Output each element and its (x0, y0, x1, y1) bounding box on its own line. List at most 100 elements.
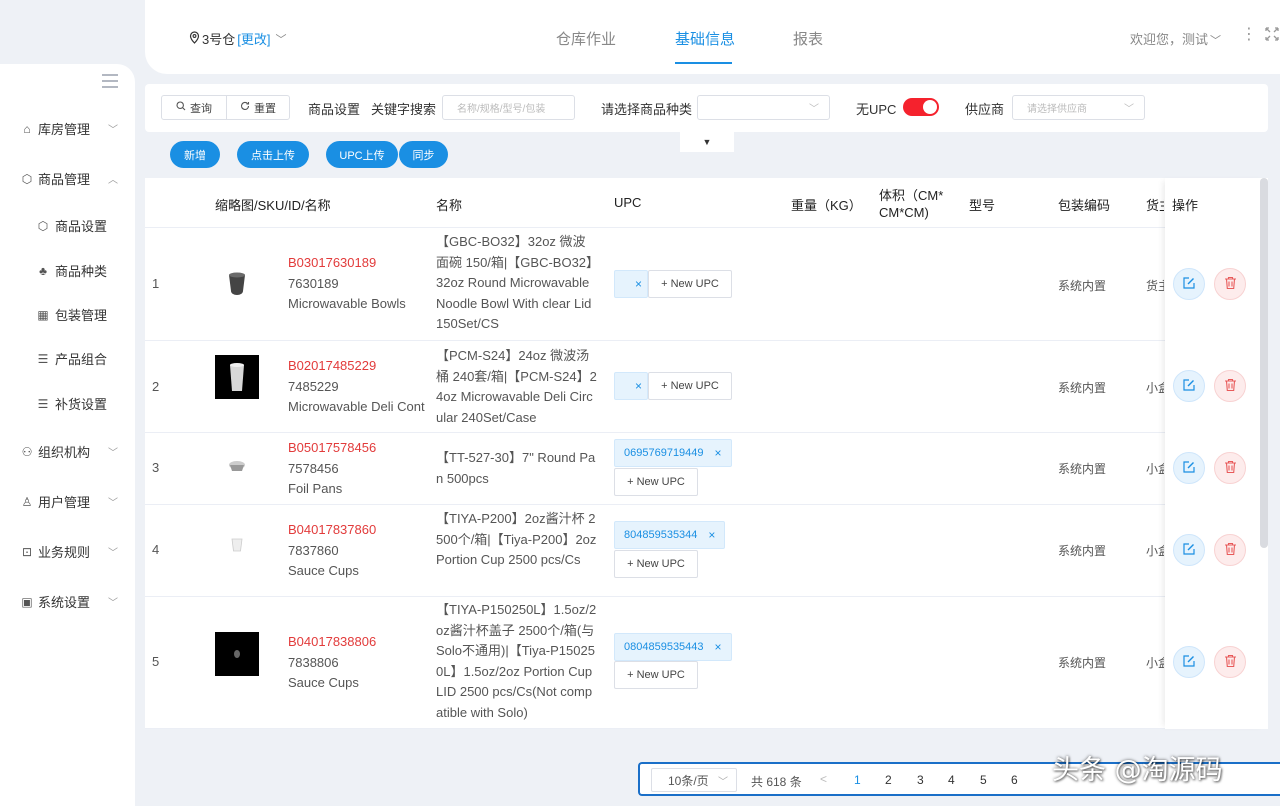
product-thumbnail[interactable] (215, 529, 259, 573)
page-5[interactable]: 5 (980, 773, 987, 787)
upload-button[interactable]: 点击上传 (237, 141, 309, 168)
page-6[interactable]: 6 (1011, 773, 1018, 787)
product-thumbnail[interactable] (215, 355, 259, 399)
delete-button[interactable] (1214, 534, 1246, 566)
new-upc-button[interactable]: + New UPC (614, 550, 698, 578)
menu-collapse-icon[interactable] (102, 74, 118, 92)
new-upc-button[interactable]: + New UPC (614, 661, 698, 689)
filter-bar: 查询 重置 商品设置 关键字搜索 名称/规格/型号/包装 请选择商品种类 ﹀ 无… (145, 84, 1268, 132)
product-name: 【TIYA-P150250L】1.5oz/2oz酱汁杯盖子 2500个/箱(与S… (436, 602, 597, 720)
close-icon[interactable]: × (708, 528, 715, 542)
page-1[interactable]: 1 (854, 773, 861, 787)
home-icon: ⌂ (23, 121, 31, 136)
product-thumbnail[interactable] (215, 262, 259, 306)
tab-basic-info[interactable]: 基础信息 (675, 28, 735, 49)
cube-icon: ⬡ (21, 171, 33, 186)
new-upc-button[interactable]: + New UPC (648, 270, 732, 298)
trash-icon (1224, 654, 1237, 671)
sidebar-subitem-label: 商品种类 (55, 264, 108, 279)
new-upc-button[interactable]: + New UPC (614, 468, 698, 496)
page-4[interactable]: 4 (948, 773, 955, 787)
keyword-input[interactable]: 名称/规格/型号/包装 (442, 95, 575, 120)
close-icon[interactable]: × (715, 640, 722, 654)
edit-button[interactable] (1173, 534, 1205, 566)
upc-tag: × (614, 270, 648, 298)
product-en-name: Foil Pans (288, 481, 343, 496)
close-icon[interactable]: × (635, 277, 642, 291)
new-upc-button[interactable]: + New UPC (648, 372, 732, 400)
prev-page-icon[interactable]: < (820, 772, 827, 786)
product-settings-label: 商品设置 (308, 102, 361, 117)
supplier-select[interactable]: 请选择供应商 ﹀ (1012, 95, 1145, 120)
sku-code[interactable]: B02017485229 (288, 356, 426, 377)
sync-button[interactable]: 同步 (399, 141, 448, 168)
edit-button[interactable] (1173, 268, 1205, 300)
shelf-value: 小盒 (1146, 544, 1164, 558)
edit-icon (1182, 378, 1196, 395)
th-weight: 重量（KG） (791, 198, 862, 213)
user-menu[interactable]: 欢迎您，测试 ﹀ (1130, 29, 1221, 48)
warehouse-selector[interactable]: 3号仓 [更改] ﹀ (189, 29, 286, 48)
no-upc-label: 无UPC (856, 102, 897, 117)
welcome-text: 欢迎您，测试 (1130, 32, 1209, 47)
shelf-value: 货主 (1146, 279, 1164, 293)
upc-tag: 804859535344 × (614, 521, 726, 549)
delete-button[interactable] (1214, 268, 1246, 300)
edit-button[interactable] (1173, 452, 1205, 484)
reset-button[interactable]: 重置 (226, 95, 290, 120)
refresh-icon (240, 101, 250, 114)
total-count: 共 618 条 (751, 775, 802, 789)
close-icon[interactable]: × (635, 379, 642, 393)
sidebar-subitem-product-category[interactable]: ♣ 商品种类 (36, 261, 107, 280)
product-en-name: Microwavable Bowls (288, 296, 406, 311)
sidebar-item-rules[interactable]: ⊡ 业务规则 ﹀ (20, 542, 120, 561)
more-vertical-icon[interactable]: ⋮ (1241, 27, 1257, 43)
sidebar-subitem-package[interactable]: ▦ 包装管理 (36, 305, 107, 324)
sidebar-item-products[interactable]: ⬡ 商品管理 ︿ (20, 169, 120, 188)
delete-button[interactable] (1214, 646, 1246, 678)
category-select[interactable]: ﹀ (697, 95, 830, 120)
sku-code[interactable]: B04017837860 (288, 520, 426, 541)
sidebar-item-org[interactable]: ⚇ 组织机构 ﹀ (20, 442, 120, 461)
change-warehouse-link[interactable]: [更改] (237, 29, 270, 48)
sku-code[interactable]: B04017838806 (288, 632, 426, 653)
category-label: 请选择商品种类 (601, 102, 693, 117)
sidebar-item-label: 组织机构 (38, 445, 91, 460)
page-size-select[interactable]: 10条/页 ﹀ (651, 768, 737, 792)
edit-icon (1182, 654, 1196, 671)
sidebar-item-system[interactable]: ▣ 系统设置 ﹀ (20, 592, 120, 611)
edit-button[interactable] (1173, 370, 1205, 402)
add-button[interactable]: 新增 (170, 141, 220, 168)
query-button[interactable]: 查询 (161, 95, 227, 120)
product-thumbnail[interactable] (215, 447, 259, 491)
close-icon[interactable]: × (715, 446, 722, 460)
fullscreen-icon[interactable] (1265, 27, 1279, 45)
th-upc: UPC (614, 195, 642, 210)
sidebar-subitem-replenish[interactable]: ☰ 补货设置 (36, 394, 107, 413)
upc-upload-button[interactable]: UPC上传 (326, 141, 398, 168)
edit-icon (1182, 542, 1196, 559)
product-id: 7485229 (288, 378, 339, 394)
sku-code[interactable]: B05017578456 (288, 438, 426, 459)
delete-button[interactable] (1214, 452, 1246, 484)
user-icon: ♙ (21, 494, 33, 509)
filter-collapse-toggle[interactable]: ▼ (680, 132, 734, 152)
product-en-name: Microwavable Deli Cont (288, 399, 425, 414)
sidebar-item-users[interactable]: ♙ 用户管理 ﹀ (20, 492, 120, 511)
product-thumbnail[interactable] (215, 632, 259, 676)
delete-button[interactable] (1214, 370, 1246, 402)
product-name: 【GBC-BO32】32oz 微波面碗 150/箱|【GBC-BO32】32oz… (436, 234, 593, 331)
sidebar-item-warehouse[interactable]: ⌂ 库房管理 ﹀ (20, 119, 120, 138)
edit-button[interactable] (1173, 646, 1205, 678)
th-volume-1: 体积（CM* (879, 188, 944, 203)
sku-code[interactable]: B03017630189 (288, 253, 426, 274)
table-scrollbar[interactable] (1260, 178, 1268, 548)
tab-warehouse-ops[interactable]: 仓库作业 (556, 28, 616, 49)
page-2[interactable]: 2 (885, 773, 892, 787)
no-upc-toggle[interactable] (903, 98, 939, 116)
tab-reports[interactable]: 报表 (793, 28, 823, 49)
page-3[interactable]: 3 (917, 773, 924, 787)
sidebar-subitem-combo[interactable]: ☰ 产品组合 (36, 349, 107, 368)
th-shelf: 货主 (1146, 198, 1164, 213)
sidebar-subitem-product-settings[interactable]: ⬡ 商品设置 (36, 216, 107, 235)
